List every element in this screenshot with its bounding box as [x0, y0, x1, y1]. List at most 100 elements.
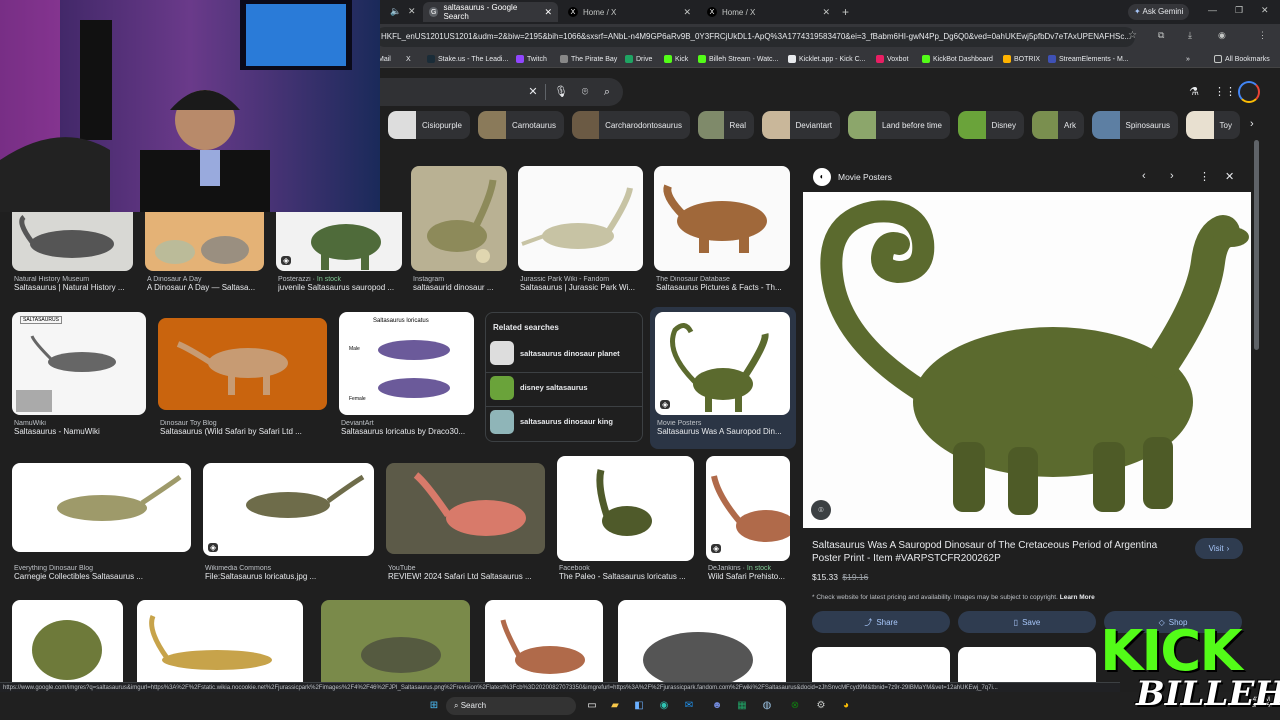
- result-title[interactable]: Saltasaurus Was A Sauropod Din...: [657, 427, 790, 436]
- settings-icon[interactable]: ⚙: [812, 697, 830, 715]
- chip-toy[interactable]: Toy: [1186, 111, 1240, 139]
- result-title[interactable]: Saltasaurus (Wild Safari by Safari Ltd .…: [160, 427, 328, 436]
- result-title[interactable]: Saltasaurus | Natural History ...: [14, 283, 134, 292]
- share-button[interactable]: ⤴ Share: [812, 611, 950, 633]
- menu-icon[interactable]: ⋮: [1258, 30, 1267, 41]
- search-icon[interactable]: ⌕: [599, 84, 615, 100]
- result-title[interactable]: Saltasaurus Pictures & Facts - Th...: [656, 283, 792, 292]
- scrollbar[interactable]: [1254, 140, 1259, 350]
- panel-source[interactable]: Movie Posters: [838, 172, 892, 182]
- result-image[interactable]: [12, 463, 191, 552]
- chip-spinosaurus[interactable]: Spinosaurus: [1092, 111, 1178, 139]
- file-explorer-icon[interactable]: ▰: [606, 697, 624, 715]
- panel-title[interactable]: Saltasaurus Was A Sauropod Dinosaur of T…: [812, 539, 1184, 565]
- save-button[interactable]: ▯ Save: [958, 611, 1096, 633]
- downloads-icon[interactable]: ⤓: [1188, 30, 1192, 41]
- result-image[interactable]: [557, 456, 694, 561]
- result-image[interactable]: [12, 600, 123, 682]
- visit-button[interactable]: Visit ›: [1195, 538, 1243, 559]
- result-image[interactable]: ◈: [203, 463, 374, 556]
- bookmark-twitch[interactable]: Twitch: [516, 52, 547, 66]
- minimize-icon[interactable]: —: [1208, 5, 1217, 15]
- close-icon[interactable]: ✕: [683, 7, 691, 18]
- result-title[interactable]: juvenile Saltasaurus sauropod ...: [278, 283, 402, 292]
- clear-search-icon[interactable]: ✕: [525, 84, 541, 100]
- lens-icon[interactable]: ⌾: [811, 500, 831, 520]
- result-image[interactable]: [145, 212, 264, 271]
- maximize-icon[interactable]: ❐: [1235, 5, 1243, 16]
- chip-land-before-time[interactable]: Land before time: [848, 111, 950, 139]
- chip-real[interactable]: Real: [698, 111, 754, 139]
- result-image[interactable]: [618, 600, 786, 688]
- chip-deviantart[interactable]: Deviantart: [762, 111, 840, 139]
- related-item[interactable]: saltasaurus dinosaur king: [486, 406, 642, 436]
- close-tab-icon[interactable]: ✕: [408, 6, 416, 17]
- result-image[interactable]: [518, 166, 643, 271]
- bookmark-stake[interactable]: Stake.us - The Leadi...: [427, 52, 508, 66]
- result-image[interactable]: [158, 318, 327, 410]
- more-bookmarks-icon[interactable]: »: [1186, 52, 1190, 66]
- learn-more-link[interactable]: Learn More: [1060, 594, 1095, 601]
- taskbar-search[interactable]: ⌕ Search: [446, 697, 576, 715]
- result-title[interactable]: Wild Safari Prehisto...: [708, 572, 792, 581]
- star-icon[interactable]: ☆: [1128, 30, 1137, 41]
- result-image[interactable]: [321, 600, 470, 682]
- result-image[interactable]: [12, 212, 133, 271]
- lens-icon[interactable]: ⌾: [577, 84, 593, 100]
- task-view-icon[interactable]: ▭: [583, 697, 601, 715]
- bookmark-pirate-bay[interactable]: The Pirate Bay: [560, 52, 617, 66]
- result-image[interactable]: SALTASAURUS: [12, 312, 146, 415]
- audio-icon[interactable]: 🔈: [390, 6, 401, 17]
- related-item[interactable]: saltasaurus dinosaur planet: [486, 338, 642, 368]
- xbox-icon[interactable]: ⊗: [786, 697, 804, 715]
- excel-icon[interactable]: ▦: [733, 697, 751, 715]
- tab-x-2[interactable]: X Home / X ✕: [701, 2, 836, 22]
- chip-disney[interactable]: Disney: [958, 111, 1024, 139]
- result-title[interactable]: A Dinosaur A Day — Saltasa...: [147, 283, 265, 292]
- related-image[interactable]: [812, 647, 950, 682]
- close-panel-icon[interactable]: ✕: [1225, 170, 1234, 183]
- profile-icon[interactable]: ◉: [1218, 30, 1226, 41]
- result-image[interactable]: [411, 166, 507, 271]
- more-options-icon[interactable]: ⋮: [1199, 170, 1210, 183]
- microphone-icon[interactable]: 🎙: [553, 84, 569, 100]
- bookmark-botrix[interactable]: BOTRIX: [1003, 52, 1040, 66]
- close-icon[interactable]: ✕: [822, 7, 830, 18]
- chip-carcharodontosaurus[interactable]: Carcharodontosaurus: [572, 111, 690, 139]
- labs-icon[interactable]: ⚗: [1186, 84, 1202, 100]
- account-avatar[interactable]: [1238, 81, 1260, 103]
- result-image[interactable]: [485, 600, 603, 682]
- tab-x-1[interactable]: X Home / X ✕: [562, 2, 697, 22]
- result-image[interactable]: Saltasaurus loricatus Male Female: [339, 312, 474, 415]
- extensions-icon[interactable]: ⧉: [1158, 30, 1164, 41]
- address-bar[interactable]: HKFL_enUS1201US1201&udm=2&biw=2195&bih=1…: [375, 27, 1135, 47]
- result-title[interactable]: Saltasaurus - NamuWiki: [14, 427, 148, 436]
- result-title[interactable]: Saltasaurus | Jurassic Park Wi...: [520, 283, 644, 292]
- previous-icon[interactable]: ‹: [1142, 170, 1146, 182]
- chip-cisiopurple[interactable]: Cisiopurple: [388, 111, 470, 139]
- close-window-icon[interactable]: ✕: [1261, 5, 1269, 16]
- ask-gemini-button[interactable]: ✦ Ask Gemini: [1128, 4, 1190, 20]
- windows-start-icon[interactable]: ⊞: [425, 697, 443, 715]
- preview-image[interactable]: ⌾: [803, 192, 1251, 528]
- result-title[interactable]: File:Saltasaurus loricatus.jpg ...: [205, 572, 375, 581]
- related-image[interactable]: [958, 647, 1096, 682]
- bookmark-drive[interactable]: Drive: [625, 52, 652, 66]
- close-icon[interactable]: ✕: [544, 7, 552, 18]
- store-icon[interactable]: ◧: [630, 697, 648, 715]
- result-title[interactable]: REVIEW! 2024 Safari Ltd Saltasaurus ...: [388, 572, 546, 581]
- result-image[interactable]: [137, 600, 303, 682]
- result-image[interactable]: ◈: [276, 212, 402, 271]
- discord-icon[interactable]: ☻: [708, 697, 726, 715]
- chip-ark[interactable]: Ark: [1032, 111, 1084, 139]
- result-image[interactable]: ◈: [655, 312, 790, 415]
- bookmark-kick[interactable]: Kick: [664, 52, 688, 66]
- bookmark-streamelements[interactable]: StreamElements - M...: [1048, 52, 1129, 66]
- bookmark-kicklet[interactable]: Kicklet.app - Kick C...: [788, 52, 866, 66]
- bookmark-kickbot[interactable]: KickBot Dashboard: [922, 52, 993, 66]
- new-tab-button[interactable]: +: [842, 5, 849, 19]
- result-title[interactable]: saltasaurid dinosaur ...: [413, 283, 509, 292]
- mail-icon[interactable]: ✉: [680, 697, 698, 715]
- chrome-icon[interactable]: ◕: [837, 697, 855, 715]
- result-image[interactable]: ◈: [706, 456, 796, 561]
